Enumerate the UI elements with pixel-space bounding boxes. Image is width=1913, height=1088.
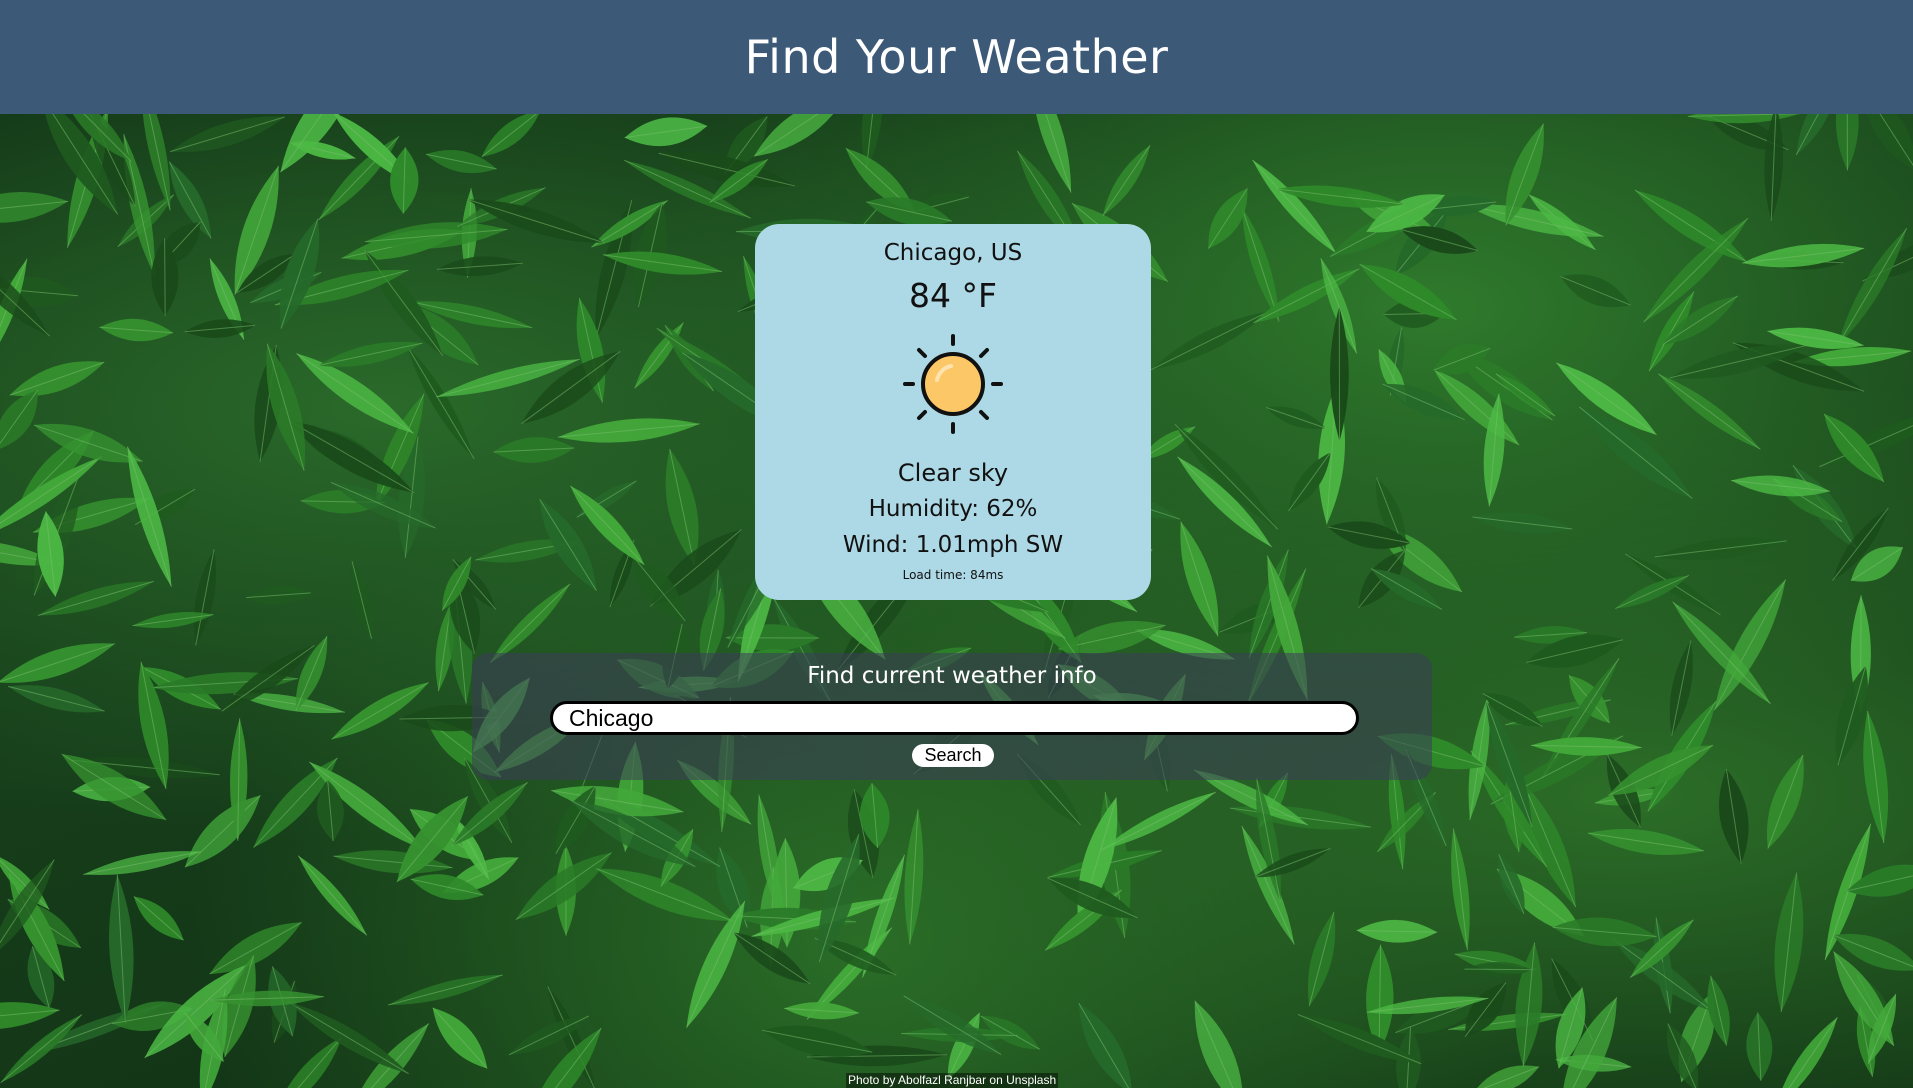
leaf-vein — [489, 583, 571, 664]
weather-card: Chicago, US 84 °F Clear sky Humidity: 62… — [755, 224, 1151, 600]
leaf-vein — [388, 974, 503, 1006]
leaf-vein — [1658, 373, 1761, 450]
leaf-shape — [1862, 114, 1913, 172]
leaf-shape — [0, 1002, 60, 1030]
leaf-vein — [1464, 204, 1604, 237]
leaf-vein — [288, 1001, 409, 1075]
search-title: Find current weather info — [807, 663, 1097, 689]
leaf-vein — [634, 322, 684, 389]
search-button[interactable]: Search — [912, 744, 994, 767]
leaf-shape — [624, 117, 708, 147]
leaf-shape — [1194, 1000, 1244, 1088]
photo-credit: Photo by Abolfazl Ranjbar on Unsplash — [846, 1073, 1059, 1088]
leaf-vein — [1252, 159, 1337, 255]
leaf-vein — [432, 1007, 488, 1069]
load-time: Load time: 84ms — [902, 568, 1004, 582]
leaf-vein — [209, 921, 302, 975]
leaf-vein — [1102, 145, 1151, 216]
leaf-vein — [331, 682, 429, 740]
leaf-vein — [170, 116, 285, 153]
wind-value: Wind: 1.01mph SW — [842, 532, 1064, 558]
leaf-vein — [133, 896, 184, 941]
page-header: Find Your Weather — [0, 0, 1913, 114]
leaf-vein — [1180, 521, 1219, 637]
sun-icon — [899, 330, 1007, 438]
leaf-shape — [481, 114, 541, 157]
temperature-value: 84 °F — [909, 276, 997, 315]
search-input[interactable] — [550, 701, 1359, 735]
search-panel: Find current weather info Search — [472, 653, 1432, 780]
leaf-shape — [1837, 228, 1907, 346]
leaf-vein — [297, 855, 368, 936]
leaf-vein — [1241, 206, 1280, 322]
leaf-vein — [164, 238, 166, 316]
leaf-vein — [903, 995, 1002, 1056]
leaf-shape — [1078, 1003, 1133, 1088]
leaf-vein — [1634, 189, 1748, 263]
leaf-vein — [1464, 968, 1533, 971]
leaf-vein — [184, 795, 261, 868]
leaf-shape — [0, 643, 115, 683]
weather-description: Clear sky — [897, 459, 1009, 487]
humidity-value: Humidity: 62% — [868, 496, 1038, 522]
location-label: Chicago, US — [883, 240, 1023, 266]
leaf-shape — [1473, 1065, 1540, 1088]
leaf-vein — [1297, 1013, 1422, 1065]
page-title: Find Your Weather — [744, 30, 1169, 84]
leaf-vein — [1150, 311, 1269, 371]
